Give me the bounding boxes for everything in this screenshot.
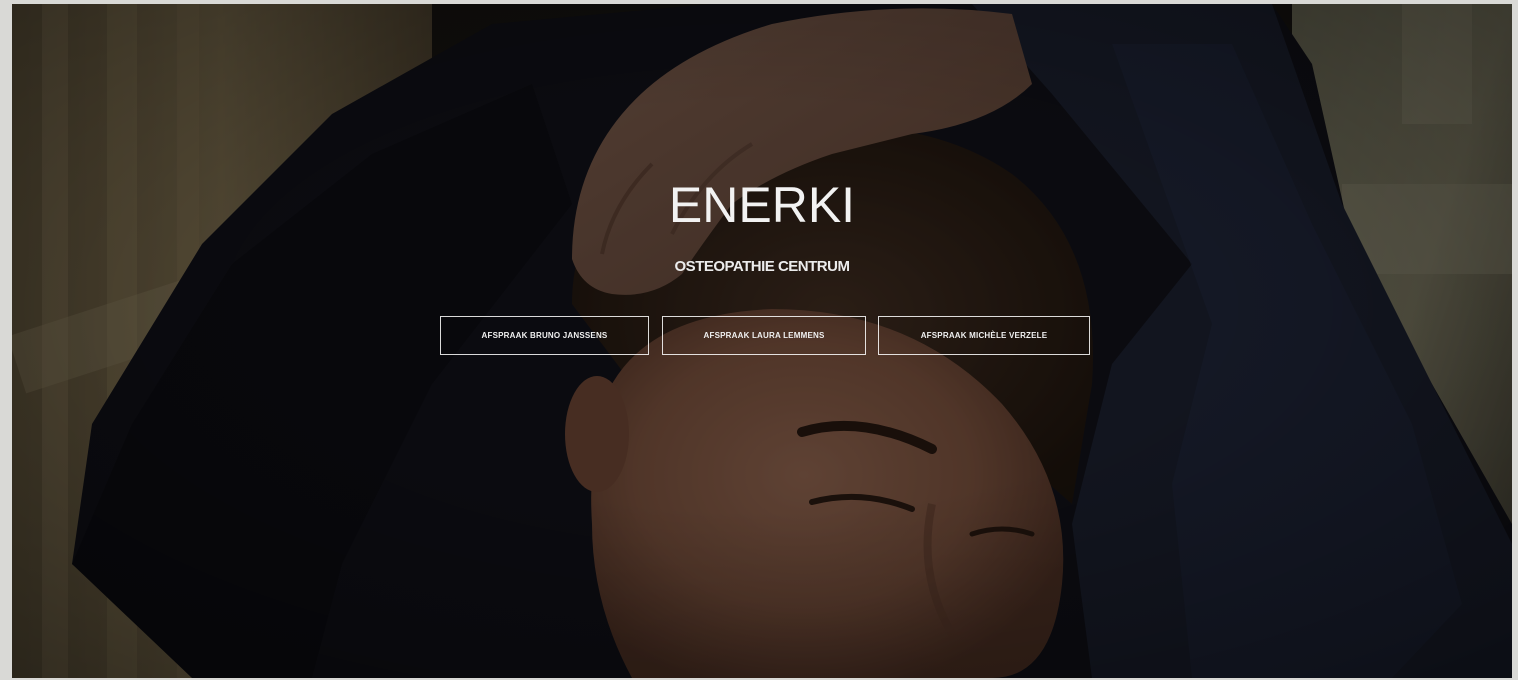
page: ENERKI OSTEOPATHIE CENTRUM AFSPRAAK BRUN… (0, 0, 1518, 680)
hero-title: ENERKI (668, 177, 856, 233)
hero-content: ENERKI OSTEOPATHIE CENTRUM AFSPRAAK BRUN… (12, 4, 1512, 678)
appointment-laura-lemmens-button[interactable]: AFSPRAAK LAURA LEMMENS (662, 316, 866, 355)
appointment-bruno-janssens-button[interactable]: AFSPRAAK BRUNO JANSSENS (440, 316, 649, 355)
hero-subtitle: OSTEOPATHIE CENTRUM (674, 258, 850, 275)
hero-section: ENERKI OSTEOPATHIE CENTRUM AFSPRAAK BRUN… (12, 4, 1512, 678)
appointment-michele-verzele-button[interactable]: AFSPRAAK MICHÈLE VERZELE (878, 316, 1090, 355)
